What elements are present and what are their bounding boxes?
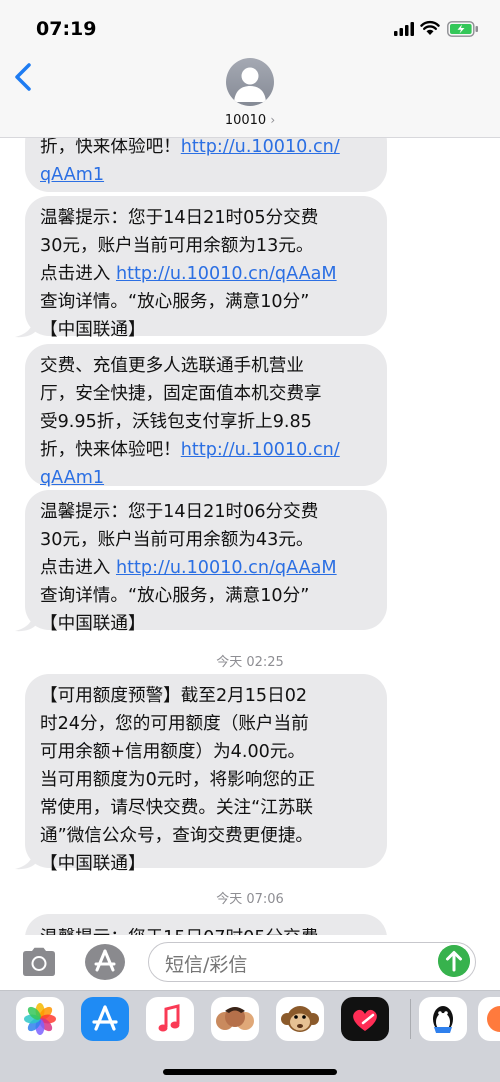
timestamp: 今天 02:25 — [216, 655, 284, 670]
message-text: 查询详情。“放心服务，满意10分” — [40, 586, 310, 606]
digital-touch-icon[interactable] — [341, 997, 389, 1041]
message-text: 30元，账户当前可用余额为13元。 — [40, 236, 314, 256]
compose-bar — [0, 935, 500, 990]
bubble-tail — [15, 318, 37, 338]
message-link[interactable]: http://u.10010.cn/qAAaM — [116, 558, 337, 578]
imessage-app-drawer — [0, 990, 500, 1082]
music-icon[interactable] — [146, 997, 194, 1041]
message-input[interactable] — [148, 942, 476, 982]
message-text: 【中国联通】 — [40, 614, 146, 634]
send-arrow-icon[interactable] — [438, 945, 470, 977]
cellular-signal-icon — [394, 22, 414, 36]
message-text: 点击进入 — [40, 558, 116, 578]
message-text: 交费、充值更多人选联通手机营业 — [40, 356, 304, 376]
qq-icon[interactable] — [419, 997, 467, 1041]
message-link[interactable]: http://u.10010.cn/qAAaM — [116, 264, 337, 284]
message-list[interactable]: 折，快来体验吧！http://u.10010.cn/ qAAm1 温馨提示：您于… — [0, 0, 500, 935]
message-text: 通”微信公众号，查询交费更便捷。 — [40, 826, 314, 846]
message-text: 温馨提示：您于14日21时06分交费 — [40, 502, 319, 522]
message-text: 折，快来体验吧！ — [40, 137, 181, 157]
status-time: 07:19 — [36, 18, 97, 40]
contact-avatar[interactable] — [226, 58, 274, 106]
conversation-header: 07:19 10010 › — [0, 0, 500, 138]
app-store-glyph-icon — [92, 1005, 118, 1031]
message-link[interactable]: qAAm1 — [40, 161, 371, 189]
partial-app-icon[interactable] — [478, 997, 500, 1041]
message-text: 点击进入 — [40, 264, 116, 284]
memoji-icon[interactable] — [211, 997, 259, 1041]
message-text: 厅，安全快捷，固定面值本机交费享 — [40, 384, 322, 404]
contact-number: 10010 — [224, 113, 267, 128]
message-text: 常使用，请尽快交费。关注“江苏联 — [40, 798, 314, 818]
message-text: 可用余额+信用额度）为4.00元。 — [40, 742, 306, 762]
message-bubble[interactable]: 交费、充值更多人选联通手机营业 厅，安全快捷，固定面值本机交费享 受9.95折，… — [25, 344, 387, 488]
message-bubble[interactable]: 温馨提示：您于14日21时05分交费 30元，账户当前可用余额为13元。 点击进… — [25, 196, 387, 340]
app-store-app-icon[interactable] — [81, 997, 129, 1041]
message-text: 30元，账户当前可用余额为43元。 — [40, 530, 314, 550]
message-text: 当可用额度为0元时，将影响您的正 — [40, 770, 316, 790]
message-text: 温馨提示：您于14日21时05分交费 — [40, 208, 319, 228]
message-text: 【中国联通】 — [40, 320, 146, 340]
photos-app-icon[interactable] — [16, 997, 64, 1041]
wifi-icon — [420, 20, 440, 35]
message-text: 【中国联通】 — [40, 854, 146, 874]
heart-icon — [353, 1009, 377, 1031]
person-silhouette-icon — [234, 67, 266, 102]
app-store-icon[interactable] — [84, 943, 126, 981]
monkey-animoji-icon[interactable] — [276, 997, 324, 1041]
message-text: 时24分，您的可用额度（账户当前 — [40, 714, 309, 734]
monkey-face-icon — [281, 1006, 319, 1032]
home-indicator — [163, 1069, 337, 1075]
contact-name[interactable]: 10010 › — [0, 113, 500, 128]
qq-penguin-icon — [433, 1006, 453, 1033]
message-text: 查询详情。“放心服务，满意10分” — [40, 292, 310, 312]
message-link[interactable]: http://u.10010.cn/ — [181, 137, 340, 157]
message-link[interactable]: qAAm1 — [40, 464, 371, 492]
message-link[interactable]: http://u.10010.cn/ — [181, 440, 340, 460]
bubble-tail — [15, 612, 37, 632]
music-note-icon — [158, 1004, 180, 1032]
battery-charging-icon — [447, 21, 478, 37]
message-bubble[interactable]: 温馨提示：您于15日07时05分交费 — [25, 914, 387, 935]
back-chevron-icon[interactable] — [12, 62, 34, 92]
camera-icon[interactable] — [20, 947, 58, 977]
bubble-tail — [15, 850, 37, 870]
chevron-right-icon: › — [270, 113, 276, 127]
timestamp: 今天 07:06 — [216, 892, 284, 907]
message-text: 温馨提示：您于15日07时05分交费 — [40, 924, 371, 935]
memoji-faces-icon — [216, 1007, 254, 1030]
photos-flower-icon — [24, 1003, 56, 1035]
message-bubble[interactable]: 【可用额度预警】截至2月15日02 时24分，您的可用额度（账户当前 可用余额+… — [25, 674, 387, 874]
message-bubble[interactable]: 温馨提示：您于14日21时06分交费 30元，账户当前可用余额为43元。 点击进… — [25, 490, 387, 634]
message-text: 折，快来体验吧！ — [40, 440, 181, 460]
message-text: 受9.95折，沃钱包支付享折上9.85 — [40, 412, 312, 432]
drawer-divider — [410, 999, 411, 1039]
partial-app-glyph-icon — [487, 1006, 500, 1032]
message-text: 【可用额度预警】截至2月15日02 — [40, 686, 308, 706]
